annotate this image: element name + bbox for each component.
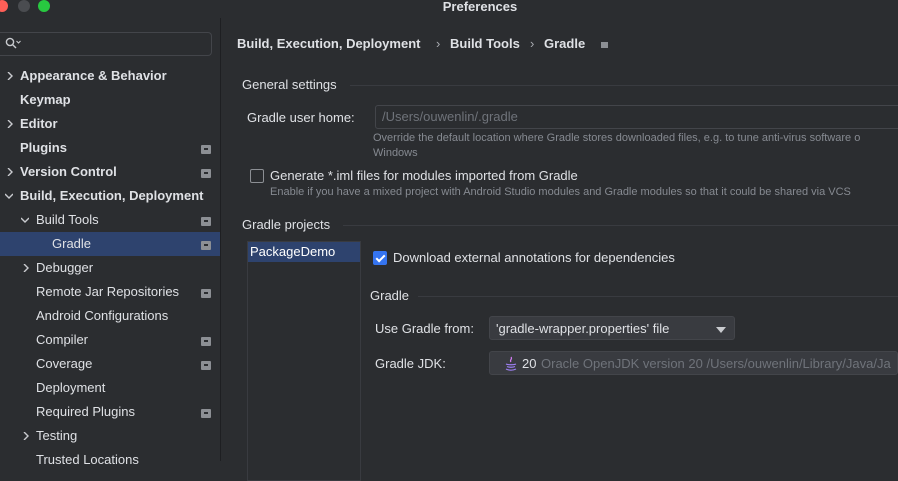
breadcrumb-current: Gradle [544,36,586,51]
use-gradle-from-select[interactable]: 'gradle-wrapper.properties' file [489,316,735,340]
breadcrumb-item[interactable]: Build, Execution, Deployment [237,36,420,51]
sidebar-item-build-tools[interactable]: Build Tools [0,208,220,232]
sidebar-item-testing[interactable]: Testing [0,424,220,448]
sidebar-item-coverage[interactable]: Coverage [0,352,220,376]
breadcrumb-separator: › [530,36,535,51]
settings-content: Build, Execution, Deployment › Build Too… [221,18,898,481]
gradle-jdk-label: Gradle JDK: [375,356,446,371]
sidebar-item-android-configurations[interactable]: Android Configurations [0,304,220,328]
sidebar-item-label: Deployment [36,380,106,395]
gradle-user-home-field[interactable]: /Users/ouwenlin/.gradle [375,105,898,129]
sidebar-item-trusted-locations[interactable]: Trusted Locations [0,448,220,472]
sidebar-item-compiler[interactable]: Compiler [0,328,220,352]
project-settings-icon [201,361,211,370]
sidebar-item-remote-jar-repositories[interactable]: Remote Jar Repositories [0,280,220,304]
sidebar-item-required-plugins[interactable]: Required Plugins [0,400,220,424]
chevron-right-icon [7,72,13,80]
sidebar-item-label: Editor [20,116,58,131]
project-settings-icon [201,169,211,178]
sidebar-item-version-control[interactable]: Version Control [0,160,220,184]
project-settings-icon [201,409,211,418]
project-list-item[interactable]: PackageDemo [248,242,360,262]
use-gradle-from-label: Use Gradle from: [375,321,474,336]
sidebar-item-label: Trusted Locations [36,452,139,467]
section-divider [350,85,898,86]
download-annotations-checkbox[interactable] [373,251,387,265]
use-gradle-from-value: 'gradle-wrapper.properties' file [496,321,670,336]
gradle-user-home-hint-2: Windows [373,147,418,159]
breadcrumb-separator: › [436,36,441,51]
sidebar-item-plugins[interactable]: Plugins [0,136,220,160]
chevron-down-icon [21,217,29,223]
gradle-jdk-version: 20 [522,356,537,371]
sidebar-item-label: Coverage [36,356,93,371]
sidebar-item-keymap[interactable]: Keymap [0,88,220,112]
project-settings-icon [601,42,608,48]
sidebar-item-label: Android Configurations [36,308,169,323]
project-settings-icon [201,241,211,250]
sidebar-item-deployment[interactable]: Deployment [0,376,220,400]
download-annotations-label[interactable]: Download external annotations for depend… [393,250,675,265]
generate-iml-label[interactable]: Generate *.iml files for modules importe… [270,168,578,183]
sidebar-item-build-execution-deployment[interactable]: Build, Execution, Deployment [0,184,220,208]
generate-iml-hint: Enable if you have a mixed project with … [270,186,851,198]
sidebar-item-label: Appearance & Behavior [20,68,167,83]
general-settings-title: General settings [242,77,337,92]
sidebar-item-appearance[interactable]: Appearance & Behavior [0,64,220,88]
chevron-right-icon [7,120,13,128]
gradle-jdk-detail: Oracle OpenJDK version 20 /Users/ouwenli… [541,356,891,371]
gradle-user-home-label: Gradle user home: [247,110,355,125]
sidebar-item-label: Gradle [52,236,92,251]
java-icon [505,356,517,371]
generate-iml-checkbox[interactable] [250,169,264,183]
sidebar-item-label: Debugger [36,260,94,275]
sidebar-item-label: Build, Execution, Deployment [20,188,204,203]
search-input[interactable] [0,32,212,56]
sidebar-item-label: Compiler [36,332,89,347]
project-settings-icon [201,217,211,226]
sidebar-item-label: Remote Jar Repositories [36,284,180,299]
sidebar-item-label: Plugins [20,140,67,155]
project-settings-icon [201,145,211,154]
gradle-projects-list: PackageDemo [247,241,361,481]
settings-sidebar: Appearance & Behavior Keymap Editor Plug… [0,18,221,467]
chevron-right-icon [7,168,13,176]
dropdown-arrow-icon [716,327,726,333]
sidebar-item-gradle[interactable]: Gradle [0,232,220,256]
section-divider [418,296,898,297]
gradle-jdk-select[interactable]: 20 Oracle OpenJDK version 20 /Users/ouwe… [489,351,898,375]
sidebar-item-label: Build Tools [36,212,99,227]
gradle-section-title: Gradle [370,288,410,303]
sidebar-item-label: Version Control [20,164,117,179]
breadcrumb-item[interactable]: Build Tools [450,36,520,51]
title-bar: Preferences [0,0,898,14]
window-title: Preferences [442,0,518,14]
chevron-down-icon [5,193,13,199]
project-settings-icon [201,337,211,346]
sidebar-item-label: Keymap [20,92,71,107]
sidebar-item-debugger[interactable]: Debugger [0,256,220,280]
search-icon [5,37,21,49]
sidebar-item-label: Required Plugins [36,404,136,419]
gradle-projects-title: Gradle projects [242,217,331,232]
sidebar-item-label: Testing [36,428,78,443]
chevron-right-icon [23,432,29,440]
sidebar-item-editor[interactable]: Editor [0,112,220,136]
section-divider [343,225,898,226]
gradle-user-home-hint: Override the default location where Grad… [373,132,861,144]
chevron-right-icon [23,264,29,272]
project-settings-icon [201,289,211,298]
